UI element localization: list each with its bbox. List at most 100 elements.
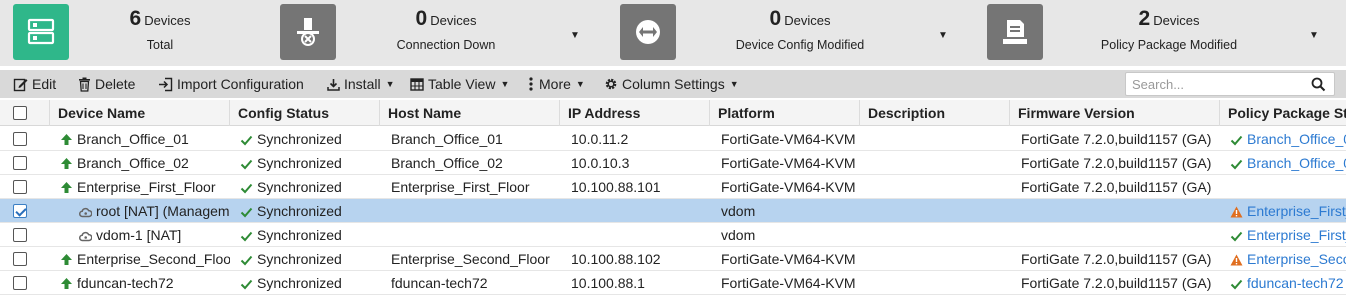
row-checkbox[interactable] <box>13 132 27 146</box>
ip-address-cell: 10.100.88.1 <box>560 271 710 295</box>
chevron-down-icon[interactable]: ▼ <box>1309 30 1319 41</box>
device-summary-bar: 6 Devices Total 0 Devices Connection Down … <box>0 0 1346 66</box>
ip-address-label: 10.0.10.3 <box>571 155 630 171</box>
header-host-name[interactable]: Host Name <box>380 100 560 126</box>
row-checkbox[interactable] <box>13 204 27 218</box>
column-settings-menu-button[interactable]: Column Settings ▼ <box>604 70 739 98</box>
warning-icon <box>1230 249 1243 271</box>
check-icon <box>240 129 253 151</box>
check-icon <box>1230 129 1243 151</box>
header-firmware-version[interactable]: Firmware Version <box>1010 100 1220 126</box>
header-policy-package-status[interactable]: Policy Package Status <box>1220 100 1346 126</box>
host-name-label: Branch_Office_01 <box>391 131 503 147</box>
config-sync-icon[interactable] <box>620 4 676 60</box>
table-row[interactable]: vdom-1 [NAT] Synchronized vdom Enterprise_F… <box>0 223 1346 247</box>
check-icon <box>1230 273 1243 295</box>
header-platform[interactable]: Platform <box>710 100 860 126</box>
header-device-name[interactable]: Device Name <box>50 100 230 126</box>
device-name-cell[interactable]: Branch_Office_02 <box>50 151 230 175</box>
header-config-status[interactable]: Config Status <box>230 100 380 126</box>
row-checkbox[interactable] <box>13 276 27 290</box>
header-ip-address[interactable]: IP Address <box>560 100 710 126</box>
summary-connection-down[interactable]: 0 Devices Connection Down <box>346 4 546 52</box>
policy-package-status-cell <box>1220 175 1346 199</box>
policy-package-status-cell: Branch_Office_02 <box>1220 151 1346 175</box>
table-row[interactable]: fduncan-tech72 Synchronized fduncan-tech72… <box>0 271 1346 295</box>
more-menu-button[interactable]: More ▼ <box>527 70 585 98</box>
firmware-version-label: FortiGate 7.2.0,build1157 (GA) <box>1021 131 1212 147</box>
device-up-icon <box>60 249 73 271</box>
install-label: Install <box>344 76 381 92</box>
summary-total-count: 6 <box>129 7 142 30</box>
summary-policy-label: Policy Package Modified <box>1100 38 1238 52</box>
policy-package-link[interactable]: Enterprise_First_Floor <box>1247 203 1346 219</box>
summary-connection-label: Connection Down <box>396 38 496 52</box>
firmware-version-cell <box>1010 199 1220 223</box>
row-checkbox[interactable] <box>13 180 27 194</box>
summary-config-modified[interactable]: 0 Devices Device Config Modified <box>700 4 900 52</box>
device-name-label: Branch_Office_01 <box>77 131 189 147</box>
chevron-down-icon: ▼ <box>575 79 585 89</box>
row-checkbox[interactable] <box>13 156 27 170</box>
check-icon <box>240 273 253 295</box>
import-icon <box>158 77 173 92</box>
row-checkbox[interactable] <box>13 228 27 242</box>
search-box <box>1125 72 1335 96</box>
chevron-down-icon[interactable]: ▼ <box>938 30 948 41</box>
row-checkbox[interactable] <box>13 252 27 266</box>
install-menu-button[interactable]: Install ▼ <box>327 70 395 98</box>
device-name-cell[interactable]: root [NAT] (Management) <box>50 199 230 223</box>
platform-label: vdom <box>721 203 756 219</box>
policy-package-status-cell: Branch_Office_01 <box>1220 127 1346 151</box>
delete-button[interactable]: Delete <box>78 70 135 98</box>
select-all-checkbox[interactable] <box>13 106 27 120</box>
search-icon[interactable] <box>1311 77 1326 95</box>
header-description[interactable]: Description <box>860 100 1010 126</box>
policy-package-link[interactable]: Enterprise_Second_Floor <box>1247 251 1346 267</box>
policy-package-link[interactable]: Enterprise_First_Floor <box>1247 227 1346 243</box>
firmware-version-cell: FortiGate 7.2.0,build1157 (GA) <box>1010 151 1220 175</box>
ip-address-label: 10.100.88.1 <box>571 275 645 291</box>
summary-total[interactable]: 6 Devices Total <box>60 4 260 52</box>
policy-package-icon[interactable] <box>987 4 1043 60</box>
host-name-cell: Branch_Office_01 <box>380 127 560 151</box>
config-status-label: Synchronized <box>257 227 342 243</box>
policy-package-status-cell: Enterprise_Second_Floor <box>1220 247 1346 271</box>
firmware-version-label: FortiGate 7.2.0,build1157 (GA) <box>1021 155 1212 171</box>
summary-config-unit: Devices <box>784 13 831 28</box>
policy-package-link[interactable]: fduncan-tech72 <box>1247 275 1344 291</box>
import-configuration-button[interactable]: Import Configuration <box>158 70 304 98</box>
summary-connection-unit: Devices <box>430 13 477 28</box>
policy-package-link[interactable]: Branch_Office_01 <box>1247 131 1346 147</box>
connection-down-icon[interactable] <box>280 4 336 60</box>
check-icon <box>1230 153 1243 175</box>
table-view-menu-button[interactable]: Table View ▼ <box>410 70 509 98</box>
table-row[interactable]: Enterprise_Second_Floor Synchronized Enter… <box>0 247 1346 271</box>
host-name-label: Enterprise_First_Floor <box>391 179 530 195</box>
config-status-cell: Synchronized <box>230 247 380 271</box>
description-cell <box>860 175 1010 199</box>
check-icon <box>240 153 253 175</box>
device-name-cell[interactable]: Enterprise_First_Floor <box>50 175 230 199</box>
table-header: Device Name Config Status Host Name IP A… <box>0 100 1346 126</box>
edit-button[interactable]: Edit <box>13 70 56 98</box>
table-row[interactable]: Branch_Office_02 Synchronized Branch_Offic… <box>0 151 1346 175</box>
table-row[interactable]: Enterprise_First_Floor Synchronized Enterp… <box>0 175 1346 199</box>
device-name-cell[interactable]: Enterprise_Second_Floor <box>50 247 230 271</box>
chevron-down-icon[interactable]: ▼ <box>570 30 580 41</box>
table-row[interactable]: root [NAT] (Management) Synchronized vdom E… <box>0 199 1346 223</box>
device-name-cell[interactable]: vdom-1 [NAT] <box>50 223 230 247</box>
platform-label: FortiGate-VM64-KVM <box>721 179 856 195</box>
device-name-cell[interactable]: Branch_Office_01 <box>50 127 230 151</box>
table-icon <box>410 77 424 91</box>
platform-label: FortiGate-VM64-KVM <box>721 275 856 291</box>
ip-address-cell: 10.100.88.102 <box>560 247 710 271</box>
device-name-cell[interactable]: fduncan-tech72 <box>50 271 230 295</box>
policy-package-link[interactable]: Branch_Office_02 <box>1247 155 1346 171</box>
table-row[interactable]: Branch_Office_01 Synchronized Branch_Offic… <box>0 127 1346 151</box>
search-input[interactable] <box>1126 73 1306 95</box>
ip-address-cell: 10.100.88.101 <box>560 175 710 199</box>
device-up-icon <box>60 153 73 175</box>
host-name-cell: Enterprise_First_Floor <box>380 175 560 199</box>
summary-policy-modified[interactable]: 2 Devices Policy Package Modified <box>1069 4 1269 52</box>
